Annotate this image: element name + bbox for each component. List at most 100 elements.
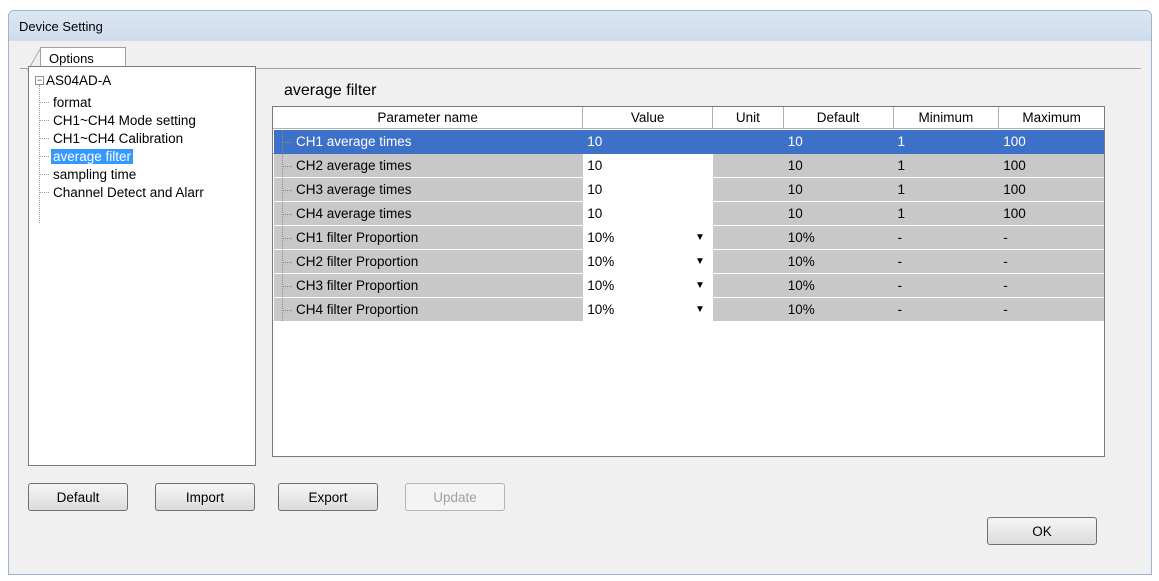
cell-default: 10% [783,250,894,274]
tree-item[interactable]: average filter [39,147,134,165]
tree-connector-line [39,173,49,175]
tree-connector-line [39,155,49,157]
column-header-parameter-name: Parameter name [273,107,584,129]
value-text: 10% [587,254,615,269]
cell-value[interactable]: 10% ▼ [583,298,713,322]
settings-tree[interactable]: − AS04AD-A format CH1~CH4 Mode setting CH1… [28,66,256,466]
cell-value[interactable]: 10 [583,154,713,178]
table-row[interactable]: CH4 filter Proportion 10% ▼ 10% - - [273,298,1104,322]
table-row[interactable]: CH2 filter Proportion 10% ▼ 10% - - [273,250,1104,274]
cell-maximum: - [999,226,1104,250]
tree-root-label[interactable]: AS04AD-A [46,73,111,88]
tree-connector-line [39,101,49,103]
tree-connector-line [39,119,49,121]
cell-default: 10% [783,298,894,322]
column-header-default: Default [784,107,894,129]
dropdown-arrow-icon[interactable]: ▼ [695,256,705,267]
cell-unit [712,274,784,298]
cell-name: CH3 filter Proportion [273,274,584,298]
cell-value[interactable]: 10 [583,178,713,202]
column-header-value: Value [583,107,713,129]
cell-name: CH4 filter Proportion [273,298,584,322]
cell-name: CH2 average times [273,154,584,178]
dropdown-arrow-icon[interactable]: ▼ [695,232,705,243]
cell-maximum: 100 [999,202,1104,226]
panel-title: average filter [284,82,377,99]
collapse-icon[interactable]: − [35,75,44,85]
value-text: 10% [587,278,615,293]
cell-minimum: - [893,298,1000,322]
tab-strip: Options [20,41,1141,70]
cell-minimum: - [893,274,1000,298]
cell-unit [712,178,784,202]
value-dropdown[interactable]: 10% ▼ [587,230,709,245]
cell-value[interactable]: 10% ▼ [583,226,713,250]
dropdown-arrow-icon[interactable]: ▼ [695,304,705,315]
import-button[interactable]: Import [155,483,255,511]
tree-item-label[interactable]: CH1~CH4 Mode setting [51,113,198,128]
table-row[interactable]: CH2 average times 10 10 1 100 [273,154,1104,178]
value-text: 10% [587,230,615,245]
value-dropdown[interactable]: 10% ▼ [587,278,709,293]
cell-minimum: - [893,250,1000,274]
cell-unit [712,202,784,226]
cell-value[interactable]: 10 [583,130,713,154]
cell-name: CH3 average times [273,178,584,202]
tree-root[interactable]: − AS04AD-A [35,71,111,89]
default-button[interactable]: Default [28,483,128,511]
tree-item[interactable]: CH1~CH4 Calibration [39,129,185,147]
cell-maximum: 100 [999,154,1104,178]
value-text: 10% [587,302,615,317]
table-row[interactable]: CH1 average times 10 10 1 100 [273,130,1104,154]
cell-unit [712,130,784,154]
ok-button[interactable]: OK [987,517,1097,545]
tree-item-label[interactable]: sampling time [51,167,138,182]
tree-item[interactable]: format [39,93,93,111]
cell-maximum: 100 [999,178,1104,202]
cell-minimum: 1 [893,178,1000,202]
cell-name: CH1 filter Proportion [273,226,584,250]
export-button[interactable]: Export [278,483,378,511]
cell-maximum: - [999,250,1104,274]
grid-header: Parameter name Value Unit Default Minimu… [273,107,1104,129]
tree-item[interactable]: sampling time [39,165,138,183]
tree-item[interactable]: Channel Detect and Alarr [39,183,206,201]
cell-value[interactable]: 10% ▼ [583,274,713,298]
table-row[interactable]: CH3 filter Proportion 10% ▼ 10% - - [273,274,1104,298]
tree-item-label[interactable]: average filter [51,148,134,164]
cell-minimum: - [893,226,1000,250]
value-dropdown[interactable]: 10% ▼ [587,302,709,317]
cell-maximum: - [999,298,1104,322]
cell-name: CH2 filter Proportion [273,250,584,274]
cell-value[interactable]: 10 [583,202,713,226]
tree-connector-line [39,191,49,193]
tree-item[interactable]: CH1~CH4 Mode setting [39,111,198,129]
column-header-minimum: Minimum [894,107,1000,129]
cell-default: 10 [783,202,894,226]
cell-maximum: 100 [999,130,1104,154]
cell-value[interactable]: 10% ▼ [583,250,713,274]
table-row[interactable]: CH4 average times 10 10 1 100 [273,202,1104,226]
cell-default: 10 [783,178,894,202]
cell-default: 10% [783,274,894,298]
column-header-maximum: Maximum [1022,110,1081,125]
cell-default: 10 [783,154,894,178]
table-row[interactable]: CH1 filter Proportion 10% ▼ 10% - - [273,226,1104,250]
cell-name: CH1 average times [273,130,584,154]
cell-minimum: 1 [893,130,1000,154]
cell-unit [712,154,784,178]
dropdown-arrow-icon[interactable]: ▼ [695,280,705,291]
cell-maximum: - [999,274,1104,298]
parameter-grid[interactable]: Parameter name Value Unit Default Minimu… [272,106,1105,457]
cell-minimum: 1 [893,202,1000,226]
cell-default: 10% [783,226,894,250]
tree-item-label[interactable]: Channel Detect and Alarr [51,185,206,200]
value-dropdown[interactable]: 10% ▼ [587,254,709,269]
cell-name: CH4 average times [273,202,584,226]
cell-unit [712,298,784,322]
tree-item-label[interactable]: CH1~CH4 Calibration [51,131,185,146]
tree-item-label[interactable]: format [51,95,93,110]
cell-unit [712,226,784,250]
tree-connector-line [39,137,49,139]
table-row[interactable]: CH3 average times 10 10 1 100 [273,178,1104,202]
